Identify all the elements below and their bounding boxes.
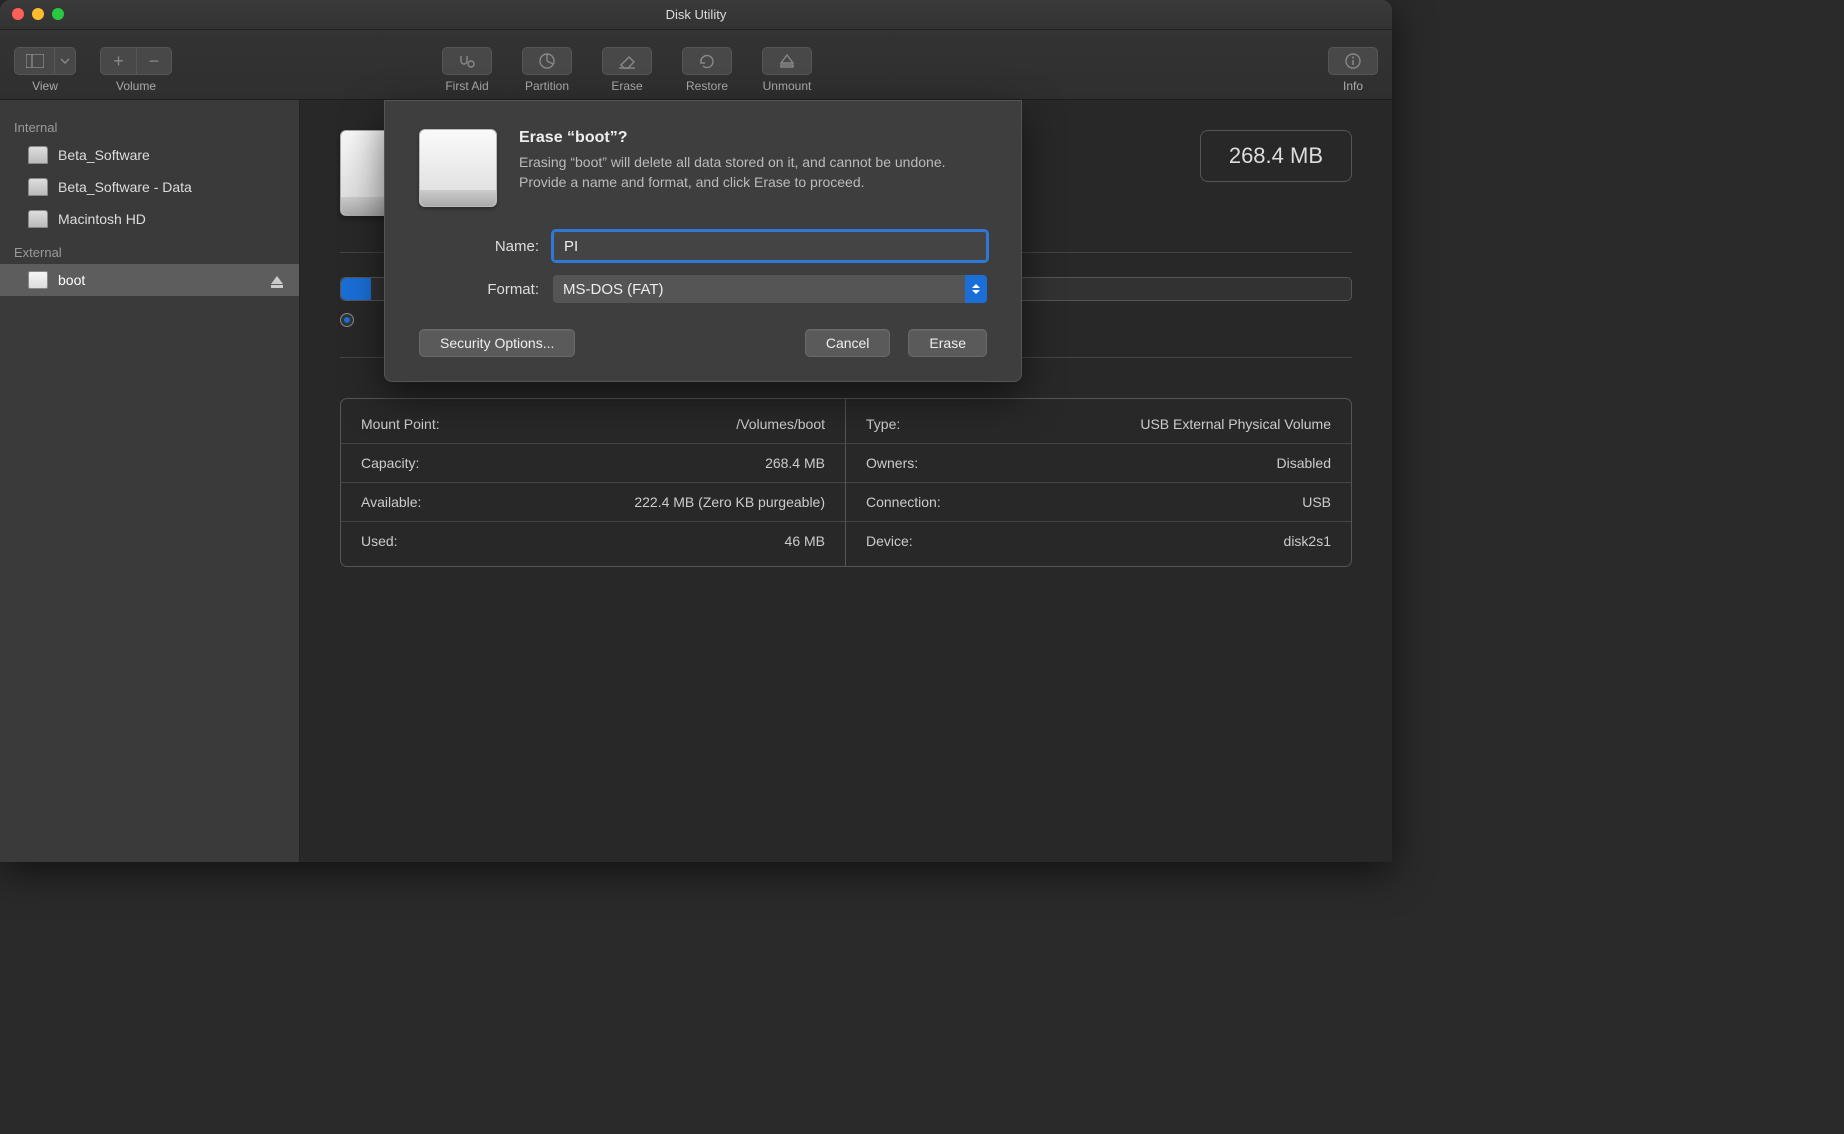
info-val: Disabled <box>1277 455 1331 471</box>
info-key: Available: <box>361 494 421 510</box>
disk-icon <box>28 146 48 164</box>
cancel-button[interactable]: Cancel <box>805 329 891 357</box>
format-select[interactable]: MS-DOS (FAT) <box>553 275 987 303</box>
info-key: Type: <box>866 416 900 432</box>
volume-group: + − Volume <box>100 47 172 93</box>
sidebar-internal-header: Internal <box>0 110 299 139</box>
zoom-window-button[interactable] <box>52 8 64 20</box>
eraser-icon <box>617 53 637 69</box>
format-value: MS-DOS (FAT) <box>563 281 664 298</box>
sidebar-item-boot[interactable]: boot <box>0 264 299 296</box>
dialog-description: Erasing “boot” will delete all data stor… <box>519 153 959 192</box>
sidebar-external-header: External <box>0 235 299 264</box>
select-stepper-icon <box>965 275 987 303</box>
restore-icon <box>698 53 716 69</box>
info-row: Used: 46 MB <box>341 521 845 560</box>
info-icon <box>1344 52 1362 70</box>
erase-label: Erase <box>611 79 642 93</box>
size-badge: 268.4 MB <box>1200 130 1352 182</box>
sidebar-item-macintosh-hd[interactable]: Macintosh HD <box>0 203 299 235</box>
unmount-button[interactable] <box>762 47 812 75</box>
disk-utility-window: Disk Utility View + − Volume <box>0 0 1392 862</box>
restore-button[interactable] <box>682 47 732 75</box>
volume-remove-button[interactable]: − <box>136 47 172 75</box>
view-button[interactable] <box>14 47 54 75</box>
sidebar-item-beta-software[interactable]: Beta_Software <box>0 139 299 171</box>
info-row: Capacity: 268.4 MB <box>341 443 845 482</box>
format-label: Format: <box>419 281 539 298</box>
pie-icon <box>538 52 556 70</box>
legend-dot <box>340 313 354 327</box>
info-col-left: Mount Point: /Volumes/boot Capacity: 268.4… <box>341 399 846 566</box>
info-key: Device: <box>866 533 913 549</box>
info-key: Capacity: <box>361 455 419 471</box>
sidebar-item-label: Macintosh HD <box>58 211 146 227</box>
sidebar-item-label: Beta_Software <box>58 147 150 163</box>
sidebar-icon <box>26 54 44 68</box>
info-row: Type: USB External Physical Volume <box>846 405 1351 443</box>
info-val: USB <box>1302 494 1331 510</box>
eject-icon <box>779 53 795 69</box>
eject-icon[interactable] <box>271 276 283 284</box>
volume-label: Volume <box>116 79 156 93</box>
titlebar: Disk Utility <box>0 0 1392 30</box>
erase-toolbar-button[interactable] <box>602 47 652 75</box>
info-val: /Volumes/boot <box>736 416 825 432</box>
sidebar-item-label: boot <box>58 272 85 288</box>
info-button[interactable] <box>1328 47 1378 75</box>
view-label: View <box>32 79 58 93</box>
info-val: disk2s1 <box>1284 533 1331 549</box>
sidebar-item-beta-software-data[interactable]: Beta_Software - Data <box>0 171 299 203</box>
info-row: Mount Point: /Volumes/boot <box>341 405 845 443</box>
security-options-button[interactable]: Security Options... <box>419 329 575 357</box>
usage-bar-fill <box>341 278 371 300</box>
sidebar: Internal Beta_Software Beta_Software - D… <box>0 100 300 862</box>
erase-dialog: Erase “boot”? Erasing “boot” will delete… <box>384 100 1022 382</box>
stethoscope-icon <box>457 53 477 69</box>
view-group: View <box>14 47 76 93</box>
info-key: Used: <box>361 533 398 549</box>
dialog-form: Name: Format: MS-DOS (FAT) <box>419 231 987 303</box>
name-input[interactable] <box>553 231 987 261</box>
close-window-button[interactable] <box>12 8 24 20</box>
info-row: Connection: USB <box>846 482 1351 521</box>
name-label: Name: <box>419 238 539 255</box>
erase-button[interactable]: Erase <box>908 329 987 357</box>
disk-icon <box>28 210 48 228</box>
info-val: 268.4 MB <box>765 455 825 471</box>
info-label: Info <box>1343 79 1363 93</box>
info-val: 222.4 MB (Zero KB purgeable) <box>634 494 825 510</box>
info-key: Mount Point: <box>361 416 440 432</box>
disk-icon <box>28 178 48 196</box>
view-dropdown-button[interactable] <box>54 47 76 75</box>
info-row: Device: disk2s1 <box>846 521 1351 560</box>
info-col-right: Type: USB External Physical Volume Owners… <box>846 399 1351 566</box>
info-key: Connection: <box>866 494 941 510</box>
chevron-down-icon <box>60 58 70 64</box>
traffic-lights <box>12 8 64 20</box>
first-aid-label: First Aid <box>445 79 488 93</box>
partition-button[interactable] <box>522 47 572 75</box>
toolbar-center: First Aid Partition Erase Restore <box>442 47 812 93</box>
info-key: Owners: <box>866 455 918 471</box>
info-row: Owners: Disabled <box>846 443 1351 482</box>
dialog-disk-icon <box>419 129 497 207</box>
dialog-title: Erase “boot”? <box>519 129 959 147</box>
info-box: Mount Point: /Volumes/boot Capacity: 268.4… <box>340 398 1352 567</box>
volume-add-button[interactable]: + <box>100 47 136 75</box>
external-disk-icon <box>28 271 48 289</box>
first-aid-button[interactable] <box>442 47 492 75</box>
sidebar-item-label: Beta_Software - Data <box>58 179 192 195</box>
minimize-window-button[interactable] <box>32 8 44 20</box>
partition-label: Partition <box>525 79 569 93</box>
toolbar: View + − Volume First Aid Partition <box>0 30 1392 100</box>
info-val: 46 MB <box>785 533 825 549</box>
info-group: Info <box>1328 47 1378 93</box>
window-title: Disk Utility <box>666 7 727 22</box>
unmount-label: Unmount <box>763 79 812 93</box>
info-row: Available: 222.4 MB (Zero KB purgeable) <box>341 482 845 521</box>
restore-label: Restore <box>686 79 728 93</box>
info-val: USB External Physical Volume <box>1140 416 1331 432</box>
